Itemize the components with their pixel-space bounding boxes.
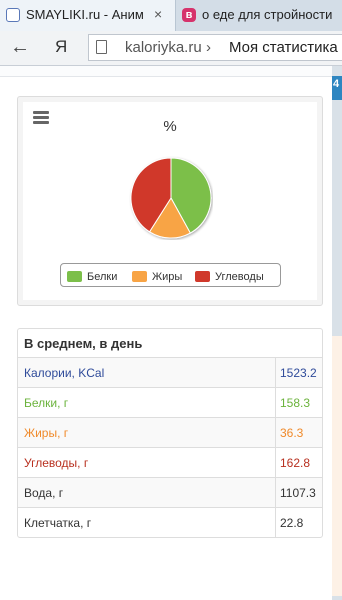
row-value: 1523.2 bbox=[275, 357, 322, 387]
tab-strip: SMAYLIKI.ru - Анимац × в о еде для строй… bbox=[0, 0, 342, 31]
row-label: Белки, г bbox=[18, 387, 275, 417]
legend-label: Углеводы bbox=[215, 270, 264, 283]
chart-title: % bbox=[163, 118, 177, 135]
address-bar: ← Я kaloriyka.ru › Моя статистика bbox=[0, 31, 342, 66]
tab-title: SMAYLIKI.ru - Анимац bbox=[26, 7, 144, 22]
page-content: 4 % Белки Жиры Углеводы В среднем, в ден… bbox=[0, 66, 342, 600]
page-icon bbox=[96, 40, 107, 54]
row-label: Вода, г bbox=[18, 477, 275, 507]
row-label: Жиры, г bbox=[18, 417, 275, 447]
tab-eda[interactable]: в о еде для стройности bbox=[176, 0, 342, 31]
legend-item-zhiry[interactable]: Жиры bbox=[132, 268, 183, 283]
right-orange-panel bbox=[332, 336, 342, 596]
table-row: Вода, г 1107.3 bbox=[18, 477, 322, 507]
table-row: Клетчатка, г 22.8 bbox=[18, 507, 322, 537]
row-value: 22.8 bbox=[275, 507, 322, 537]
tab-smayliki[interactable]: SMAYLIKI.ru - Анимац × bbox=[0, 0, 176, 31]
tab-title: о еде для стройности bbox=[202, 7, 333, 22]
site-favicon-icon: в bbox=[182, 8, 196, 22]
right-blue-tab-label: 4 bbox=[333, 78, 340, 90]
back-arrow-icon[interactable]: ← bbox=[10, 36, 30, 59]
table-header: В среднем, в день bbox=[24, 335, 143, 351]
legend-item-belki[interactable]: Белки bbox=[67, 268, 118, 283]
top-divider bbox=[0, 66, 332, 77]
yandex-logo-icon[interactable]: Я bbox=[55, 37, 67, 57]
url-field[interactable]: kaloriyka.ru › Моя статистика bbox=[88, 34, 342, 61]
row-label: Клетчатка, г bbox=[18, 507, 275, 537]
url-separator: › bbox=[206, 39, 211, 56]
row-label: Калории, KCal bbox=[18, 357, 275, 387]
legend-item-uglevody[interactable]: Углеводы bbox=[195, 268, 264, 283]
chart-legend: Белки Жиры Углеводы bbox=[60, 263, 281, 287]
table-row: Углеводы, г 162.8 bbox=[18, 447, 322, 477]
pie-chart bbox=[130, 157, 212, 239]
smayliki-favicon-icon bbox=[6, 8, 20, 22]
right-edge-strip: 4 bbox=[332, 66, 342, 600]
legend-label: Белки bbox=[87, 270, 118, 283]
daily-average-table: В среднем, в день Калории, KCal 1523.2 Б… bbox=[17, 328, 323, 538]
url-page-title: Моя статистика bbox=[229, 39, 338, 56]
chart-panel: % Белки Жиры Углеводы bbox=[17, 96, 323, 306]
row-value: 1107.3 bbox=[275, 477, 322, 507]
row-value: 158.3 bbox=[275, 387, 322, 417]
legend-label: Жиры bbox=[152, 270, 183, 283]
legend-swatch bbox=[195, 271, 210, 283]
row-value: 36.3 bbox=[275, 417, 322, 447]
chart-area: % Белки Жиры Углеводы bbox=[23, 102, 317, 300]
close-tab-icon[interactable]: × bbox=[154, 6, 162, 22]
row-label: Углеводы, г bbox=[18, 447, 275, 477]
table-row: Калории, KCal 1523.2 bbox=[18, 357, 322, 387]
legend-swatch bbox=[67, 271, 82, 283]
table-row: Жиры, г 36.3 bbox=[18, 417, 322, 447]
legend-swatch bbox=[132, 271, 147, 283]
row-value: 162.8 bbox=[275, 447, 322, 477]
table-row: Белки, г 158.3 bbox=[18, 387, 322, 417]
url-domain: kaloriyka.ru bbox=[125, 39, 202, 56]
